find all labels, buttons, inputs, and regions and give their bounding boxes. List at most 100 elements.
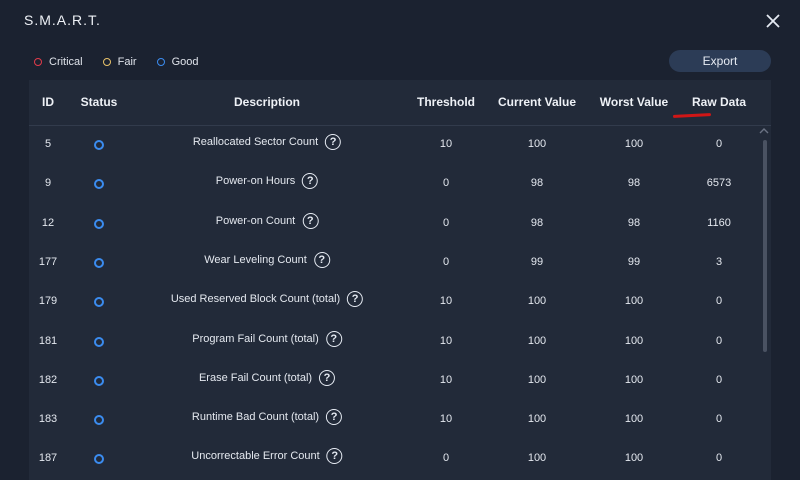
cell-worst-value: 100 [624, 138, 644, 150]
help-icon[interactable]: ? [313, 251, 330, 268]
description-text: Power-on Hours [215, 175, 296, 188]
status-good-icon [94, 179, 104, 190]
status-good-icon [94, 218, 104, 229]
description-text: Wear Leveling Count [204, 253, 307, 266]
table-row[interactable]: 9 Power-on Hours? 0 98 98 6573 [29, 164, 771, 203]
col-status: Status [80, 95, 118, 109]
help-icon[interactable]: ? [325, 134, 342, 150]
cell-current-value: 100 [527, 373, 547, 386]
cell-threshold: 10 [439, 413, 453, 426]
table-row[interactable]: 12 Power-on Count? 0 98 98 1160 [29, 204, 771, 243]
cell-id: 12 [41, 216, 55, 229]
cell-description: Erase Fail Count (total)? [199, 369, 336, 386]
table-row[interactable]: 183 Runtime Bad Count (total)? 10 100 100 0 [29, 400, 771, 439]
cell-threshold: 0 [442, 177, 450, 190]
description-text: Uncorrectable Error Count [191, 450, 320, 463]
export-button[interactable]: Export [669, 50, 771, 72]
cell-current-value: 100 [527, 295, 547, 308]
cell-current-value: 98 [530, 177, 544, 190]
status-good-icon [94, 336, 104, 347]
cell-description: Used Reserved Block Count (total)? [170, 291, 364, 308]
cell-raw-data: 0 [715, 413, 723, 426]
cell-worst-value: 100 [624, 295, 644, 308]
legend-label: Fair [117, 56, 137, 68]
cell-description: Reallocated Sector Count? [192, 134, 342, 150]
title-bar: S.M.A.R.T. [0, 0, 800, 40]
description-text: Reallocated Sector Count [192, 136, 319, 148]
cell-current-value: 100 [527, 334, 547, 347]
legend-label: Good [171, 56, 199, 68]
status-good-icon [94, 140, 104, 150]
cell-id: 9 [44, 177, 52, 190]
cell-threshold: 10 [439, 334, 453, 347]
cell-id: 181 [38, 334, 58, 347]
legend-label: Critical [49, 56, 83, 68]
cell-worst-value: 100 [624, 334, 644, 347]
table-row[interactable]: 187 Uncorrectable Error Count? 0 100 100 0 [29, 439, 771, 478]
cell-current-value: 100 [527, 413, 547, 426]
critical-dot-icon [34, 58, 42, 66]
cell-description: Power-on Count? [215, 212, 319, 229]
col-description: Description [233, 95, 301, 109]
help-icon[interactable]: ? [326, 409, 343, 426]
col-id: ID [42, 95, 54, 109]
table-row[interactable]: 177 Wear Leveling Count? 0 99 99 3 [29, 243, 771, 282]
help-icon[interactable]: ? [326, 448, 343, 465]
cell-current-value: 100 [527, 138, 547, 150]
status-good-icon [94, 454, 104, 465]
col-threshold: Threshold [416, 95, 476, 109]
cell-raw-data: 0 [715, 334, 723, 347]
table-row[interactable]: 5 Reallocated Sector Count? 10 100 100 0 [29, 125, 771, 164]
description-text: Program Fail Count (total) [192, 332, 319, 345]
status-good-icon [94, 375, 104, 386]
help-icon[interactable]: ? [302, 173, 319, 190]
table-header: ID Status Description Threshold Current … [29, 80, 771, 126]
status-legend: Critical Fair Good [34, 54, 219, 70]
cell-description: Power-on Hours? [215, 173, 319, 190]
description-text: Runtime Bad Count (total) [191, 411, 320, 424]
description-text: Used Reserved Block Count (total) [170, 293, 341, 306]
cell-id: 5 [44, 138, 52, 150]
cell-current-value: 99 [530, 255, 544, 268]
status-good-icon [94, 297, 104, 308]
cell-threshold: 0 [442, 216, 450, 229]
table-row[interactable]: 179 Used Reserved Block Count (total)? 10 1… [29, 282, 771, 321]
cell-raw-data: 0 [715, 373, 723, 386]
close-icon[interactable] [762, 10, 784, 32]
cell-description: Program Fail Count (total)? [192, 330, 342, 347]
cell-raw-data: 3 [715, 255, 723, 268]
help-icon[interactable]: ? [319, 369, 336, 386]
cell-current-value: 100 [527, 452, 547, 465]
cell-description: Uncorrectable Error Count? [191, 448, 343, 465]
cell-current-value: 98 [530, 216, 544, 229]
cell-worst-value: 98 [627, 216, 641, 229]
cell-threshold: 0 [442, 255, 450, 268]
help-icon[interactable]: ? [325, 330, 342, 347]
table-row[interactable]: 181 Program Fail Count (total)? 10 100 100 0 [29, 322, 771, 361]
col-worst-value: Worst Value [599, 95, 669, 109]
cell-raw-data: 6573 [706, 177, 732, 190]
cell-worst-value: 98 [627, 177, 641, 190]
fair-dot-icon [102, 58, 111, 66]
col-current-value: Current Value [497, 95, 577, 109]
cell-raw-data: 0 [715, 452, 723, 465]
window-title: S.M.A.R.T. [24, 12, 101, 28]
cell-raw-data: 0 [715, 295, 723, 308]
legend-good: Good [156, 56, 199, 68]
status-good-icon [94, 257, 104, 268]
legend-critical: Critical [34, 56, 83, 68]
scrollbar-thumb[interactable] [763, 140, 767, 352]
cell-raw-data: 0 [715, 138, 723, 150]
cell-raw-data: 1160 [707, 216, 731, 229]
scroll-up-icon[interactable] [759, 127, 769, 135]
cell-worst-value: 100 [624, 413, 644, 426]
help-icon[interactable]: ? [302, 212, 319, 229]
cell-threshold: 10 [439, 138, 453, 150]
col-raw-data: Raw Data [691, 95, 747, 109]
cell-worst-value: 99 [627, 255, 641, 268]
description-text: Power-on Count [215, 214, 296, 227]
cell-threshold: 0 [442, 452, 450, 465]
table-row[interactable]: 182 Erase Fail Count (total)? 10 100 100 0 [29, 361, 771, 400]
status-good-icon [94, 415, 104, 426]
help-icon[interactable]: ? [347, 291, 364, 308]
